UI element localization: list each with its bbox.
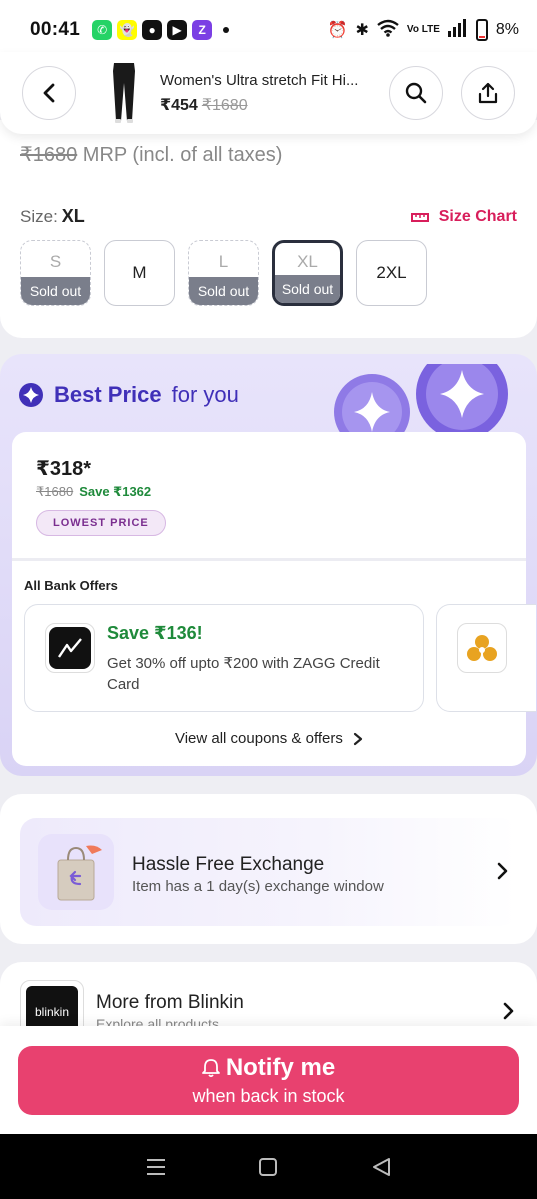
size-options: S Sold out M L Sold out XL Sold out 2XL [20, 240, 427, 306]
system-nav-bar [0, 1134, 537, 1199]
deal-price: ₹318* [36, 458, 92, 480]
chevron-right-icon [503, 1002, 514, 1020]
product-info-section: ₹1680 MRP (incl. of all taxes) Size: XL S… [0, 120, 537, 338]
product-header: Women's Ultra stretch Fit Hi... ₹454 ₹168… [0, 52, 537, 134]
search-button[interactable] [389, 66, 443, 120]
selected-size: XL [61, 206, 85, 226]
chevron-right-icon [497, 862, 508, 880]
snapchat-icon: 👻 [117, 20, 138, 40]
exchange-card[interactable]: Hassle Free Exchange Item has a 1 day(s)… [20, 818, 517, 926]
offer-save: Save ₹136! [107, 623, 203, 643]
best-price-title: Best Price for you [18, 382, 239, 408]
sold-out-label: Sold out [21, 277, 90, 305]
chevron-right-icon [353, 732, 363, 746]
exchange-title: Hassle Free Exchange [132, 854, 325, 875]
wifi-icon [377, 19, 399, 42]
best-price-section: Best Price for you ₹318* ₹1680 Save ₹1362 … [0, 354, 537, 776]
share-button[interactable] [461, 66, 515, 120]
header-price: ₹454 ₹1680 [160, 96, 248, 114]
signal-icon [447, 18, 468, 42]
search-icon [405, 82, 427, 104]
more-from-title: More from Blinkin [96, 992, 244, 1013]
product-title: Women's Ultra stretch Fit Hi... [160, 71, 359, 89]
size-option-s[interactable]: S Sold out [20, 240, 91, 306]
size-label: Size: XL [20, 206, 85, 226]
notify-subtitle: when back in stock [192, 1086, 345, 1106]
battery-percent: 8% [495, 21, 519, 38]
size-option-m[interactable]: M [104, 240, 175, 306]
size-option-l[interactable]: L Sold out [188, 240, 259, 306]
product-thumbnail [113, 63, 135, 123]
home-icon[interactable] [258, 1157, 278, 1177]
bank-offer-card-next[interactable] [436, 604, 536, 712]
mrp-value: ₹1680 [20, 144, 78, 166]
divider [12, 558, 526, 561]
alarm-icon: ⏰ [327, 22, 348, 39]
recent-apps-icon[interactable] [146, 1158, 166, 1176]
zagg-logo [45, 623, 95, 673]
best-price-card: ₹318* ₹1680 Save ₹1362 LOWEST PRICE All B… [12, 432, 536, 766]
size-option-xl[interactable]: XL Sold out [272, 240, 343, 306]
notify-me-button[interactable]: Notify me when back in stock [18, 1046, 519, 1115]
chevron-left-icon [43, 83, 55, 103]
mrp-suffix: MRP (incl. of all taxes) [82, 144, 283, 166]
bank-offers-label: All Bank Offers [24, 578, 118, 593]
size-chart-link[interactable]: Size Chart [410, 208, 517, 226]
volte-label: Vo LTE [406, 24, 440, 35]
share-icon [478, 82, 498, 104]
sold-out-label: Sold out [189, 277, 258, 305]
ruler-icon [410, 213, 429, 222]
deal-savings: ₹1680 Save ₹1362 [36, 484, 152, 499]
status-right: ⏰ ✱ Vo LTE 8% [327, 18, 519, 42]
whatsapp-icon: ✆ [92, 20, 113, 40]
sold-out-label: Sold out [275, 275, 340, 303]
more-notifications-icon [223, 27, 230, 33]
exchange-section: Hassle Free Exchange Item has a 1 day(s)… [0, 794, 537, 944]
exchange-subtitle: Item has a 1 day(s) exchange window [132, 878, 384, 895]
mrp-line: ₹1680 MRP (incl. of all taxes) [20, 142, 282, 167]
youtube-icon: ▶ [167, 20, 188, 40]
battery-icon [475, 19, 488, 41]
size-option-2xl[interactable]: 2XL [356, 240, 427, 306]
bluetooth-icon: ✱ [355, 22, 369, 39]
header-mrp: ₹1680 [201, 96, 248, 114]
bank-offer-card[interactable]: Save ₹136! Get 30% off upto ₹200 with ZA… [24, 604, 424, 712]
notify-title: Notify me [225, 1054, 336, 1081]
exchange-bag-icon [38, 834, 114, 910]
offer-description: Get 30% off upto ₹200 with ZAGG Credit C… [107, 655, 380, 693]
sparkle-badge-icon [19, 383, 43, 407]
back-nav-icon[interactable] [371, 1157, 391, 1177]
zepto-icon: Z [192, 20, 213, 40]
status-bar: 00:41 ✆ 👻 ● ▶ Z ⏰ ✱ Vo LTE 8% [0, 0, 537, 60]
bank-logo-icon [457, 623, 507, 673]
back-button[interactable] [22, 66, 76, 120]
notify-bar: Notify me when back in stock [0, 1026, 537, 1134]
header-info: Women's Ultra stretch Fit Hi... ₹454 ₹168… [160, 72, 389, 115]
chat-icon: ● [142, 20, 163, 40]
view-all-offers-link[interactable]: View all coupons & offers [12, 730, 526, 747]
status-time: 00:41 [30, 19, 81, 40]
lowest-price-badge: LOWEST PRICE [36, 510, 166, 536]
bell-icon [201, 1059, 220, 1078]
